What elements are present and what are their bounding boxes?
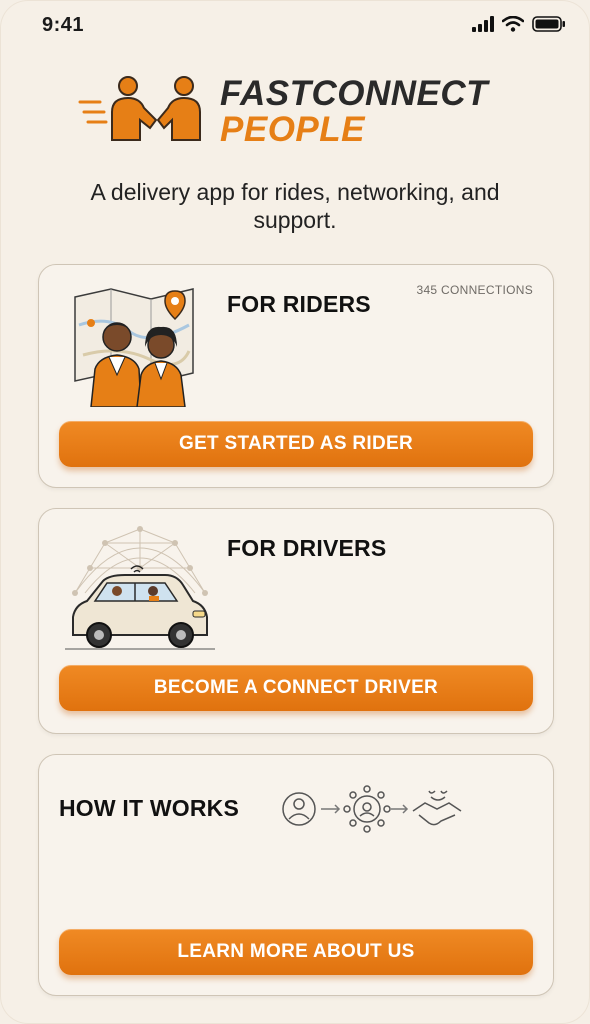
handshake-logo-icon xyxy=(78,76,201,141)
tagline: A delivery app for rides, networking, an… xyxy=(90,179,500,233)
get-started-rider-button[interactable]: GET STARTED AS RIDER xyxy=(59,421,533,467)
brand-name-line2: PEOPLE xyxy=(220,110,365,149)
drivers-card: FOR DRIVERS BECOME A CONNECT DRIVER xyxy=(38,508,554,734)
handshake-icon xyxy=(412,790,462,826)
status-bar: 9:41 xyxy=(0,0,590,52)
how-it-works-steps xyxy=(282,785,462,833)
become-driver-button[interactable]: BECOME A CONNECT DRIVER xyxy=(59,665,533,711)
status-icons xyxy=(472,16,566,32)
signal-icon xyxy=(472,16,494,32)
learn-more-button[interactable]: LEARN MORE ABOUT US xyxy=(59,929,533,975)
drivers-title: FOR DRIVERS xyxy=(227,535,387,561)
app-screen: 9:41 FASTCONNECT PEOPLE A delivery app f… xyxy=(0,0,590,1024)
how-it-works-title: HOW IT WORKS xyxy=(59,795,239,821)
connections-badge: 345 CONNECTIONS xyxy=(416,283,533,297)
wifi-icon xyxy=(502,16,524,32)
brand-name-line1: FASTCONNECT xyxy=(220,74,488,113)
status-time: 9:41 xyxy=(42,14,85,36)
user-icon xyxy=(282,792,316,826)
riders-title: FOR RIDERS xyxy=(227,291,371,317)
car-illustration xyxy=(65,526,215,650)
riders-card: FOR RIDERS 345 CONNECTIONS GET STARTED A… xyxy=(38,264,554,488)
brand-logo: FASTCONNECT PEOPLE xyxy=(78,72,518,152)
network-icon xyxy=(343,785,391,833)
how-it-works-card: HOW IT WORKS LEARN MORE ABOUT US xyxy=(38,754,554,996)
battery-icon xyxy=(532,16,565,32)
riders-illustration xyxy=(74,288,194,407)
